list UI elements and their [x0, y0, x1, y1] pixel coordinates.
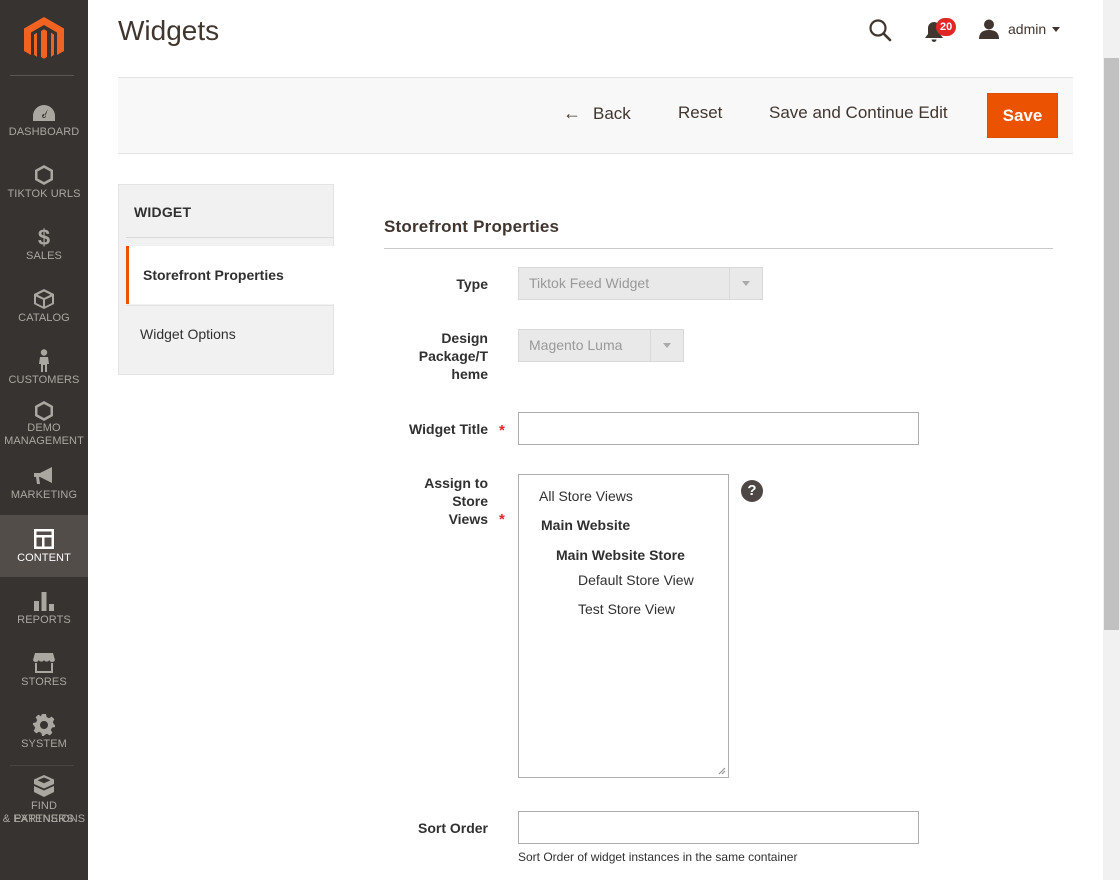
- sort-order-label: Sort Order: [417, 820, 488, 836]
- section-divider: [384, 248, 1053, 249]
- user-name: admin: [1008, 21, 1047, 37]
- hexagon-icon: [0, 163, 88, 187]
- tabs-divider: [126, 237, 334, 238]
- section-title: Storefront Properties: [384, 217, 560, 236]
- store-option-group-store: Main Website Store: [556, 547, 685, 563]
- dashboard-icon: [0, 101, 88, 125]
- page-title: Widgets: [118, 15, 220, 46]
- sidebar-item-label: CUSTOMERS: [8, 374, 80, 386]
- design-theme-label-line3: heme: [451, 366, 488, 382]
- sort-order-input[interactable]: [518, 811, 919, 844]
- sidebar-item-find-partners[interactable]: FIND PARTNERS & EXTENSIONS: [0, 768, 88, 832]
- widget-tabs-panel: WIDGET Storefront Properties Widget Opti…: [118, 184, 334, 375]
- sort-order-note: Sort Order of widget instances in the sa…: [518, 850, 798, 864]
- search-icon[interactable]: [868, 18, 892, 42]
- sidebar-item-label-line2: MANAGEMENT: [4, 435, 84, 447]
- sidebar-divider: [10, 765, 74, 766]
- svg-text:$: $: [38, 225, 50, 249]
- required-asterisk: *: [499, 422, 505, 439]
- store-option-default[interactable]: Default Store View: [578, 572, 694, 588]
- app-root: DASHBOARD TIKTOK URLS $ SALES CATALOG CU…: [0, 0, 1120, 880]
- sidebar-item-marketing[interactable]: MARKETING: [0, 455, 88, 517]
- store-views-label-line1: Assign to: [424, 475, 488, 491]
- reset-button[interactable]: Reset: [678, 103, 722, 123]
- back-button[interactable]: ← Back: [563, 103, 631, 124]
- sidebar-item-label: SALES: [26, 250, 62, 262]
- sidebar-item-catalog[interactable]: CATALOG: [0, 275, 88, 337]
- sidebar-item-label: MARKETING: [10, 489, 78, 501]
- gear-icon: [0, 713, 88, 737]
- sidebar-item-dashboard[interactable]: DASHBOARD: [0, 89, 88, 151]
- admin-sidebar: DASHBOARD TIKTOK URLS $ SALES CATALOG CU…: [0, 0, 88, 880]
- store-views-label-line2: Store: [452, 493, 488, 509]
- type-select-value: Tiktok Feed Widget: [529, 275, 650, 291]
- store-views-multiselect[interactable]: All Store Views Main Website Main Websit…: [518, 474, 729, 778]
- chevron-down-icon: [1052, 26, 1061, 32]
- type-select[interactable]: Tiktok Feed Widget: [518, 267, 763, 300]
- megaphone-icon: [0, 464, 88, 488]
- sidebar-item-customers[interactable]: CUSTOMERS: [0, 337, 88, 399]
- sidebar-item-label: REPORTS: [17, 614, 71, 626]
- widget-title-input[interactable]: [518, 412, 919, 445]
- sidebar-item-label: STORES: [21, 676, 67, 688]
- sidebar-item-demo-management[interactable]: DEMO MANAGEMENT: [0, 399, 88, 455]
- back-button-label: Back: [593, 103, 631, 123]
- store-option-all[interactable]: All Store Views: [539, 488, 633, 504]
- page-scrollbar-thumb[interactable]: [1104, 58, 1119, 630]
- save-and-continue-button[interactable]: Save and Continue Edit: [769, 103, 948, 123]
- required-asterisk: *: [499, 511, 505, 528]
- save-button[interactable]: Save: [987, 93, 1058, 138]
- design-theme-label-line1: Design: [441, 330, 488, 346]
- sidebar-item-system[interactable]: SYSTEM: [0, 701, 88, 763]
- design-theme-select[interactable]: Magento Luma: [518, 329, 684, 362]
- store-option-test[interactable]: Test Store View: [578, 601, 675, 617]
- sidebar-item-label: CONTENT: [17, 552, 71, 564]
- design-theme-select-value: Magento Luma: [529, 337, 623, 353]
- page-actions-bar: ← Back Reset Save and Continue Edit Save: [118, 77, 1073, 154]
- layout-icon: [0, 527, 88, 551]
- sidebar-item-label: CATALOG: [18, 312, 70, 324]
- sidebar-item-label: DASHBOARD: [8, 126, 80, 138]
- sidebar-item-reports[interactable]: REPORTS: [0, 577, 88, 639]
- tab-storefront-properties[interactable]: Storefront Properties: [126, 246, 334, 304]
- dollar-icon: $: [0, 225, 88, 249]
- sidebar-divider: [10, 75, 74, 76]
- design-theme-label-line2: Package/T: [418, 348, 488, 364]
- type-label: Type: [456, 276, 488, 292]
- help-tooltip-icon[interactable]: ?: [741, 480, 763, 502]
- cube-icon: [0, 287, 88, 311]
- magento-logo[interactable]: [24, 17, 64, 61]
- notifications-count-badge[interactable]: 20: [936, 18, 957, 36]
- sidebar-item-label-line2: & EXTENSIONS: [2, 813, 86, 825]
- bar-chart-icon: [0, 589, 88, 613]
- sidebar-item-sales[interactable]: $ SALES: [0, 213, 88, 275]
- sidebar-item-tiktok-urls[interactable]: TIKTOK URLS: [0, 151, 88, 213]
- person-icon: [0, 349, 88, 373]
- sidebar-item-label: SYSTEM: [21, 738, 67, 750]
- sidebar-item-label: DEMO: [27, 422, 61, 434]
- widget-title-label: Widget Title: [409, 421, 488, 437]
- boxes-icon: [0, 774, 88, 798]
- storefront-icon: [0, 651, 88, 675]
- user-icon: [979, 19, 999, 39]
- user-menu[interactable]: admin: [978, 18, 1061, 40]
- sidebar-item-stores[interactable]: STORES: [0, 639, 88, 701]
- store-option-group-website: Main Website: [541, 517, 631, 533]
- sidebar-item-label: TIKTOK URLS: [7, 188, 81, 200]
- resize-handle-icon[interactable]: [718, 767, 726, 775]
- sidebar-item-content[interactable]: CONTENT: [0, 515, 88, 577]
- arrow-left-icon: ←: [563, 103, 581, 123]
- store-views-label-line3: Views: [448, 511, 488, 527]
- tabs-title: WIDGET: [134, 204, 192, 220]
- tab-widget-options[interactable]: Widget Options: [126, 305, 334, 363]
- chevron-down-icon: [650, 330, 683, 361]
- chevron-down-icon: [729, 268, 762, 299]
- hexagon-icon: [0, 399, 88, 423]
